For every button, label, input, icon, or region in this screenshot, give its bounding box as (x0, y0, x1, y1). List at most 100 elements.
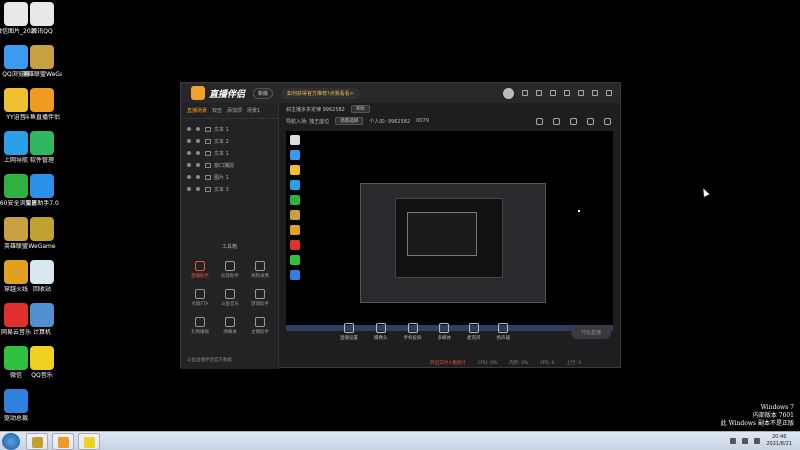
edit-button[interactable]: 开吹 (350, 105, 370, 113)
eye-icon[interactable] (187, 139, 191, 143)
desktop-icon[interactable]: 英雄联盟WeGame版 (22, 45, 62, 78)
desktop-icon[interactable]: WeGame (22, 217, 62, 250)
close-icon[interactable] (606, 90, 612, 96)
status-warning[interactable]: 开启实时人数统计 (430, 360, 466, 366)
action-item[interactable]: 手机投屏 (404, 323, 422, 341)
tab-add[interactable]: 添加项 (227, 107, 242, 114)
network-icon[interactable] (742, 438, 749, 444)
maximize-icon[interactable] (592, 90, 598, 96)
chat-icon[interactable] (553, 117, 560, 125)
action-item[interactable]: 麦克风 (467, 323, 481, 341)
tray-up-icon[interactable] (730, 438, 737, 444)
app-icon (30, 217, 54, 241)
minimize-icon[interactable] (578, 90, 584, 96)
tool-item[interactable]: 弹幕录 (215, 317, 245, 335)
lock-icon[interactable] (196, 151, 200, 155)
tool-icon (225, 289, 235, 299)
desktop-icon[interactable]: 驱动总裁 (0, 389, 36, 422)
tool-icon (255, 261, 265, 271)
tool-item[interactable]: 礼物播报 (185, 317, 215, 335)
action-item[interactable]: 摄像头 (374, 323, 388, 341)
desktop-icon[interactable]: 斗鱼直播伴侣 (22, 88, 62, 121)
version-pill[interactable]: 新版 (253, 87, 274, 99)
tab-scene1[interactable]: 场景1 (247, 107, 260, 114)
source-item[interactable]: 文本 1 (181, 123, 278, 135)
tab-double[interactable]: 双击 (212, 107, 222, 114)
taskbar-app-wegame[interactable] (26, 433, 48, 450)
layout-icon[interactable] (536, 117, 543, 125)
lock-icon[interactable] (196, 187, 200, 191)
source-label: 窗口捕捉 (214, 162, 235, 169)
taskbar-app-qqmusic[interactable] (78, 433, 100, 450)
clock[interactable]: 20:46 2021/8/21 (766, 434, 792, 448)
tool-item[interactable]: 点歌FTA (185, 289, 215, 307)
action-item[interactable]: 多媒体 (437, 323, 452, 341)
eye-icon[interactable] (187, 187, 191, 191)
notice-link[interactable]: 如何获得官方推荐?点我看看> (281, 87, 360, 99)
source-item[interactable]: 文本 3 (181, 183, 278, 195)
skin-icon[interactable] (550, 90, 556, 96)
tool-label: 视频录像 (251, 274, 269, 279)
desktop-icon[interactable]: 软件管理 (22, 131, 62, 164)
tool-item[interactable]: 房管助手 (215, 261, 245, 279)
desktop-icon-label: 计算机 (32, 329, 51, 336)
source-item[interactable]: 文本 1 (181, 147, 278, 159)
settings-icon[interactable] (536, 90, 542, 96)
lock-icon[interactable] (570, 117, 577, 125)
source-type-icon (205, 162, 211, 168)
fans-count: 0079 (416, 118, 429, 124)
source-type-icon (205, 174, 211, 180)
desktop-icon[interactable]: 计算机 (22, 303, 62, 336)
desktop-icon[interactable]: QQ音乐 (22, 346, 62, 379)
mouse-cursor-icon (700, 187, 710, 197)
app-logo-icon (191, 86, 205, 100)
source-label: 文本 1 (214, 126, 229, 133)
lock-icon[interactable] (196, 139, 200, 143)
start-live-button[interactable]: 开始直播 (570, 325, 611, 339)
desktop-icon[interactable]: 爱思助手7.0 (22, 174, 62, 207)
taskbar-app-douyu[interactable] (52, 433, 74, 450)
share-icon[interactable] (604, 117, 611, 125)
message-icon[interactable] (522, 90, 528, 96)
avatar[interactable] (503, 87, 514, 99)
source-type-icon (205, 126, 211, 132)
action-item[interactable]: 直播设置 (340, 323, 358, 341)
lock-icon[interactable] (196, 175, 200, 179)
tool-item[interactable]: 视频录像 (245, 261, 275, 279)
eye-icon[interactable] (187, 163, 191, 167)
desktop-icon[interactable]: 腾讯QQ (22, 2, 62, 35)
category-label[interactable]: 导航入场: 独王座位 (286, 118, 329, 125)
action-label: 扬声器 (496, 336, 511, 341)
app-icon (30, 131, 54, 155)
tool-item[interactable]: 主播助手 (245, 317, 275, 335)
menu-icon[interactable] (564, 90, 570, 96)
tool-item[interactable]: 直播助手 (185, 261, 215, 279)
app-icon (30, 260, 54, 284)
left-footer[interactable]: 斗鱼直播伴侣官方数据 (187, 357, 232, 363)
status-mem: 内存: 0% (509, 361, 529, 366)
start-button[interactable] (2, 433, 20, 450)
source-item[interactable]: 文本 2 (181, 135, 278, 147)
tool-label: 直播助手 (191, 274, 209, 279)
volume-icon[interactable] (754, 438, 761, 444)
eye-icon[interactable] (187, 127, 191, 131)
action-item[interactable]: 扬声器 (496, 323, 511, 341)
eye-icon[interactable] (187, 175, 191, 179)
tool-label: 斗鱼音乐 (221, 302, 239, 307)
desktop-icon[interactable]: 回收站 (22, 260, 62, 293)
tool-item[interactable]: 游戏助手 (245, 289, 275, 307)
stream-preview[interactable] (286, 131, 613, 331)
action-label: 多媒体 (437, 336, 452, 341)
title-bar[interactable]: 直播伴侣 新版 如何获得官方推荐?点我看看> (181, 83, 620, 103)
tab-scene[interactable]: 直播场景 (187, 107, 207, 114)
source-item[interactable]: 窗口捕捉 (181, 159, 278, 171)
scene-select-button[interactable]: 场景选择 (335, 117, 364, 125)
gift-icon[interactable] (587, 117, 594, 125)
eye-icon[interactable] (187, 151, 191, 155)
lock-icon[interactable] (196, 163, 200, 167)
desktop-icon-label: WeGame (28, 243, 56, 250)
source-label: 文本 2 (214, 138, 229, 145)
lock-icon[interactable] (196, 127, 200, 131)
source-item[interactable]: 图片 1 (181, 171, 278, 183)
tool-item[interactable]: 斗鱼音乐 (215, 289, 245, 307)
